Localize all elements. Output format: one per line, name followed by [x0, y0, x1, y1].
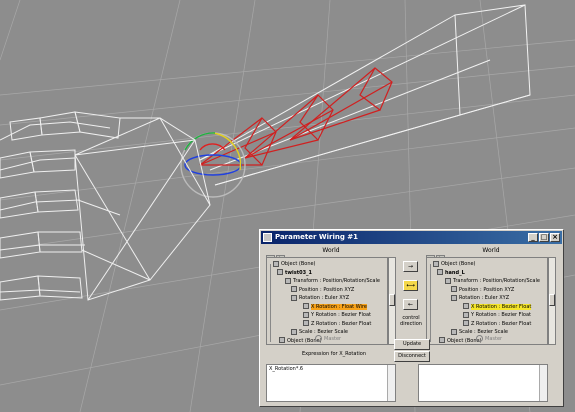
tree-node[interactable]: Z Rotation : Bezier Float [303, 320, 371, 328]
track-icon [303, 303, 309, 309]
right-scrollbar[interactable] [548, 257, 556, 345]
track-icon [445, 277, 451, 284]
control-direction-label: control direction [400, 315, 422, 327]
tree-node-label: Position : Position XYZ [299, 286, 355, 293]
update-button[interactable]: Update [394, 339, 430, 350]
tree-node[interactable]: X Rotation : Float Wire [303, 303, 367, 311]
tree-node-label: Rotation : Euler XYZ [459, 295, 510, 301]
left-expression-field[interactable]: X_Rotation*.6 [266, 364, 396, 402]
tree-node-label: X Rotation : Float Wire [311, 303, 367, 310]
tree-node[interactable]: Position : Position XYZ [291, 286, 354, 294]
tree-node-label: Object (Bone) [441, 261, 476, 267]
track-icon [303, 311, 309, 318]
track-icon [291, 328, 297, 335]
left-expression-text: X_Rotation*.6 [269, 366, 304, 372]
track-icon [277, 269, 283, 275]
track-icon [279, 337, 285, 343]
tree-node-label: Position : Position XYZ [459, 286, 515, 293]
close-icon[interactable]: × [550, 233, 560, 242]
tree-node[interactable]: twist03_1 [277, 269, 312, 277]
tree-node[interactable]: hand_L [437, 269, 465, 277]
right-expression-scrollbar[interactable] [539, 365, 547, 401]
window-title: Parameter Wiring #1 [275, 233, 359, 241]
track-icon [463, 311, 469, 318]
tree-node[interactable]: Transform : Position/Rotation/Scale [285, 277, 380, 285]
right-pane: ▣✎ World Object (Bone)hand_LTransform : … [426, 246, 556, 348]
right-master-radio[interactable]: Master [476, 335, 502, 343]
direction-right-button[interactable]: → [403, 261, 418, 272]
tree-node-label: Transform : Position/Rotation/Scale [293, 278, 380, 284]
left-pane: ▣✎ World Object (Bone)twist03_1Transform… [266, 246, 396, 348]
right-master-label: Master [485, 336, 503, 342]
tree-node-label: Y Rotation : Bezier Float [471, 312, 532, 318]
tree-connector [270, 264, 271, 342]
tree-node[interactable]: Transform : Position/Rotation/Scale [445, 277, 540, 285]
tree-node-label: Transform : Position/Rotation/Scale [453, 278, 540, 284]
track-icon [451, 294, 457, 301]
tree-node-label: Rotation : Euler XYZ [299, 295, 350, 301]
left-master-label: Master [324, 336, 342, 342]
right-scroll-thumb[interactable] [549, 294, 555, 306]
track-icon [433, 260, 439, 267]
maximize-icon[interactable]: □ [539, 233, 549, 242]
track-icon [291, 286, 297, 292]
left-scroll-thumb[interactable] [389, 294, 395, 306]
track-icon [463, 303, 469, 309]
tree-node[interactable]: Object (Bone) [433, 260, 476, 268]
forearm-bone [199, 4, 531, 186]
tree-node-label: Z Rotation : Bezier Float [311, 320, 372, 327]
track-icon [285, 277, 291, 284]
hand-bones [0, 111, 211, 301]
track-icon [439, 337, 445, 343]
track-icon [451, 286, 457, 292]
tree-node-label: Y Rotation : Bezier Float [311, 312, 372, 318]
tree-node-label: X Rotation : Bezier Float [471, 303, 532, 310]
tree-node[interactable]: Rotation : Euler XYZ [451, 294, 509, 302]
track-icon [451, 328, 457, 335]
track-icon [437, 269, 443, 275]
tree-node-label: hand_L [445, 269, 465, 276]
tree-node[interactable]: Y Rotation : Bezier Float [303, 311, 371, 319]
tree-node[interactable]: Z Rotation : Bezier Float [463, 320, 531, 328]
tree-node[interactable]: X Rotation : Bezier Float [463, 303, 532, 311]
tree-node[interactable]: Y Rotation : Bezier Float [463, 311, 531, 319]
dialog-icon [263, 233, 272, 242]
left-scrollbar[interactable] [388, 257, 396, 345]
right-world-label: World [482, 247, 500, 254]
tree-node[interactable]: Position : Position XYZ [451, 286, 514, 294]
right-expression-field[interactable] [418, 364, 548, 402]
tree-node-label: Object (Bone) [281, 261, 316, 267]
left-expression-scrollbar[interactable] [387, 365, 395, 401]
tree-node[interactable]: Rotation : Euler XYZ [291, 294, 349, 302]
left-tree[interactable]: Object (Bone) twist03_1 Transform : Positi… [266, 257, 388, 345]
track-icon [273, 260, 279, 267]
left-world-label: World [322, 247, 340, 254]
title-bar[interactable]: Parameter Wiring #1 _ □ × [261, 231, 562, 244]
disconnect-button[interactable]: Disconnect [394, 351, 430, 362]
tree-node-label: twist03_1 [285, 269, 313, 276]
tree-node[interactable]: Object (Bone) [273, 260, 316, 268]
tree-node-label: Z Rotation : Bezier Float [471, 320, 532, 327]
direction-both-button[interactable]: ⟷ [403, 280, 418, 291]
left-master-radio[interactable]: Master [315, 335, 341, 343]
right-tree[interactable]: Object (Bone) hand_L Transform : Position/… [426, 257, 548, 345]
tree-connector [430, 264, 431, 342]
expression-label: Expression for X_Rotation [302, 351, 367, 357]
track-icon [291, 294, 297, 301]
track-icon [463, 320, 469, 326]
minimize-icon[interactable]: _ [528, 233, 538, 242]
parameter-wiring-dialog: Parameter Wiring #1 _ □ × ▣✎ World Objec… [259, 229, 564, 407]
track-icon [303, 320, 309, 326]
direction-left-button[interactable]: ← [403, 299, 418, 310]
